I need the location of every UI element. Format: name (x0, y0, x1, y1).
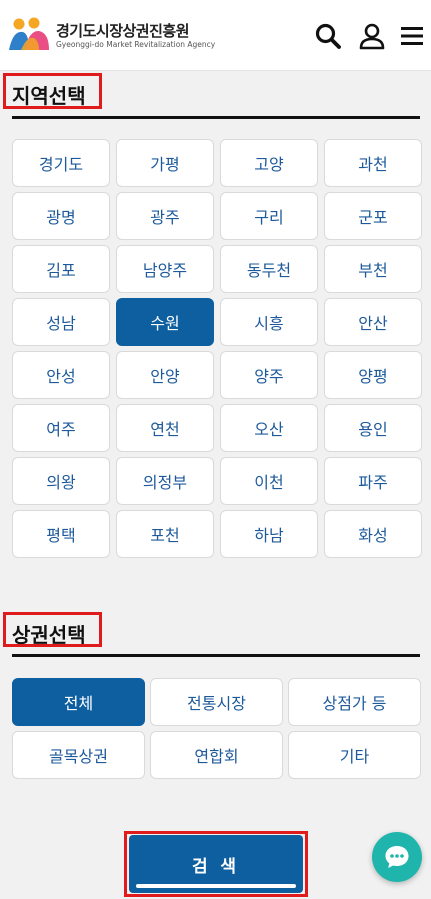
brand-subtitle: Gyeonggi-do Market Revitalization Agency (56, 40, 216, 49)
region-option[interactable]: 과천 (324, 139, 422, 187)
region-option[interactable]: 광명 (12, 192, 110, 240)
region-option[interactable]: 동두천 (220, 245, 318, 293)
region-option[interactable]: 성남 (12, 298, 110, 346)
region-option[interactable]: 부천 (324, 245, 422, 293)
home-indicator (136, 884, 296, 888)
region-option[interactable]: 김포 (12, 245, 110, 293)
region-option[interactable]: 시흥 (220, 298, 318, 346)
region-option[interactable]: 여주 (12, 404, 110, 452)
region-option[interactable]: 포천 (116, 510, 214, 558)
region-option[interactable]: 남양주 (116, 245, 214, 293)
region-option[interactable]: 용인 (324, 404, 422, 452)
region-option[interactable]: 안양 (116, 351, 214, 399)
region-option[interactable]: 의왕 (12, 457, 110, 505)
district-options-grid: 전체 전통시장 상점가 등골목상권 연합회 기타 (12, 678, 421, 779)
brand-name: 경기도시장상권진흥원 (56, 22, 190, 40)
district-option[interactable]: 전체 (12, 678, 145, 726)
region-option[interactable]: 파주 (324, 457, 422, 505)
hamburger-menu-icon[interactable] (399, 22, 427, 50)
app-header: 경기도시장상권진흥원 Gyeonggi-do Market Revitaliza… (0, 0, 431, 71)
region-option[interactable]: 군포 (324, 192, 422, 240)
search-icon[interactable] (314, 22, 342, 50)
district-option[interactable]: 골목상권 (12, 731, 145, 779)
district-option[interactable]: 기타 (288, 731, 421, 779)
region-option[interactable]: 경기도 (12, 139, 110, 187)
region-option[interactable]: 화성 (324, 510, 422, 558)
chat-button[interactable] (372, 832, 422, 882)
region-option[interactable]: 연천 (116, 404, 214, 452)
region-option[interactable]: 이천 (220, 457, 318, 505)
region-option[interactable]: 의정부 (116, 457, 214, 505)
region-option[interactable]: 평택 (12, 510, 110, 558)
region-title-highlight (3, 73, 102, 109)
region-option[interactable]: 하남 (220, 510, 318, 558)
region-option[interactable]: 수원 (116, 298, 214, 346)
region-option[interactable]: 고양 (220, 139, 318, 187)
district-divider (12, 654, 420, 657)
region-option[interactable]: 안성 (12, 351, 110, 399)
region-option[interactable]: 안산 (324, 298, 422, 346)
chat-bubble-icon (385, 846, 409, 868)
district-title-highlight (3, 612, 102, 647)
user-icon[interactable] (358, 22, 386, 50)
district-option[interactable]: 연합회 (150, 731, 283, 779)
region-options-grid: 경기도 가평 고양 과천 광명 광주 구리 군포 김포 남양주 동두천 부천 성남 수원 시흥 안산 안성 안양 양… (12, 139, 422, 558)
region-divider (12, 116, 420, 119)
region-option[interactable]: 광주 (116, 192, 214, 240)
region-option[interactable]: 가평 (116, 139, 214, 187)
region-option[interactable]: 구리 (220, 192, 318, 240)
region-option[interactable]: 오산 (220, 404, 318, 452)
agency-logo[interactable] (7, 16, 51, 52)
region-option[interactable]: 양평 (324, 351, 422, 399)
district-option[interactable]: 전통시장 (150, 678, 283, 726)
region-option[interactable]: 양주 (220, 351, 318, 399)
district-option[interactable]: 상점가 등 (288, 678, 421, 726)
